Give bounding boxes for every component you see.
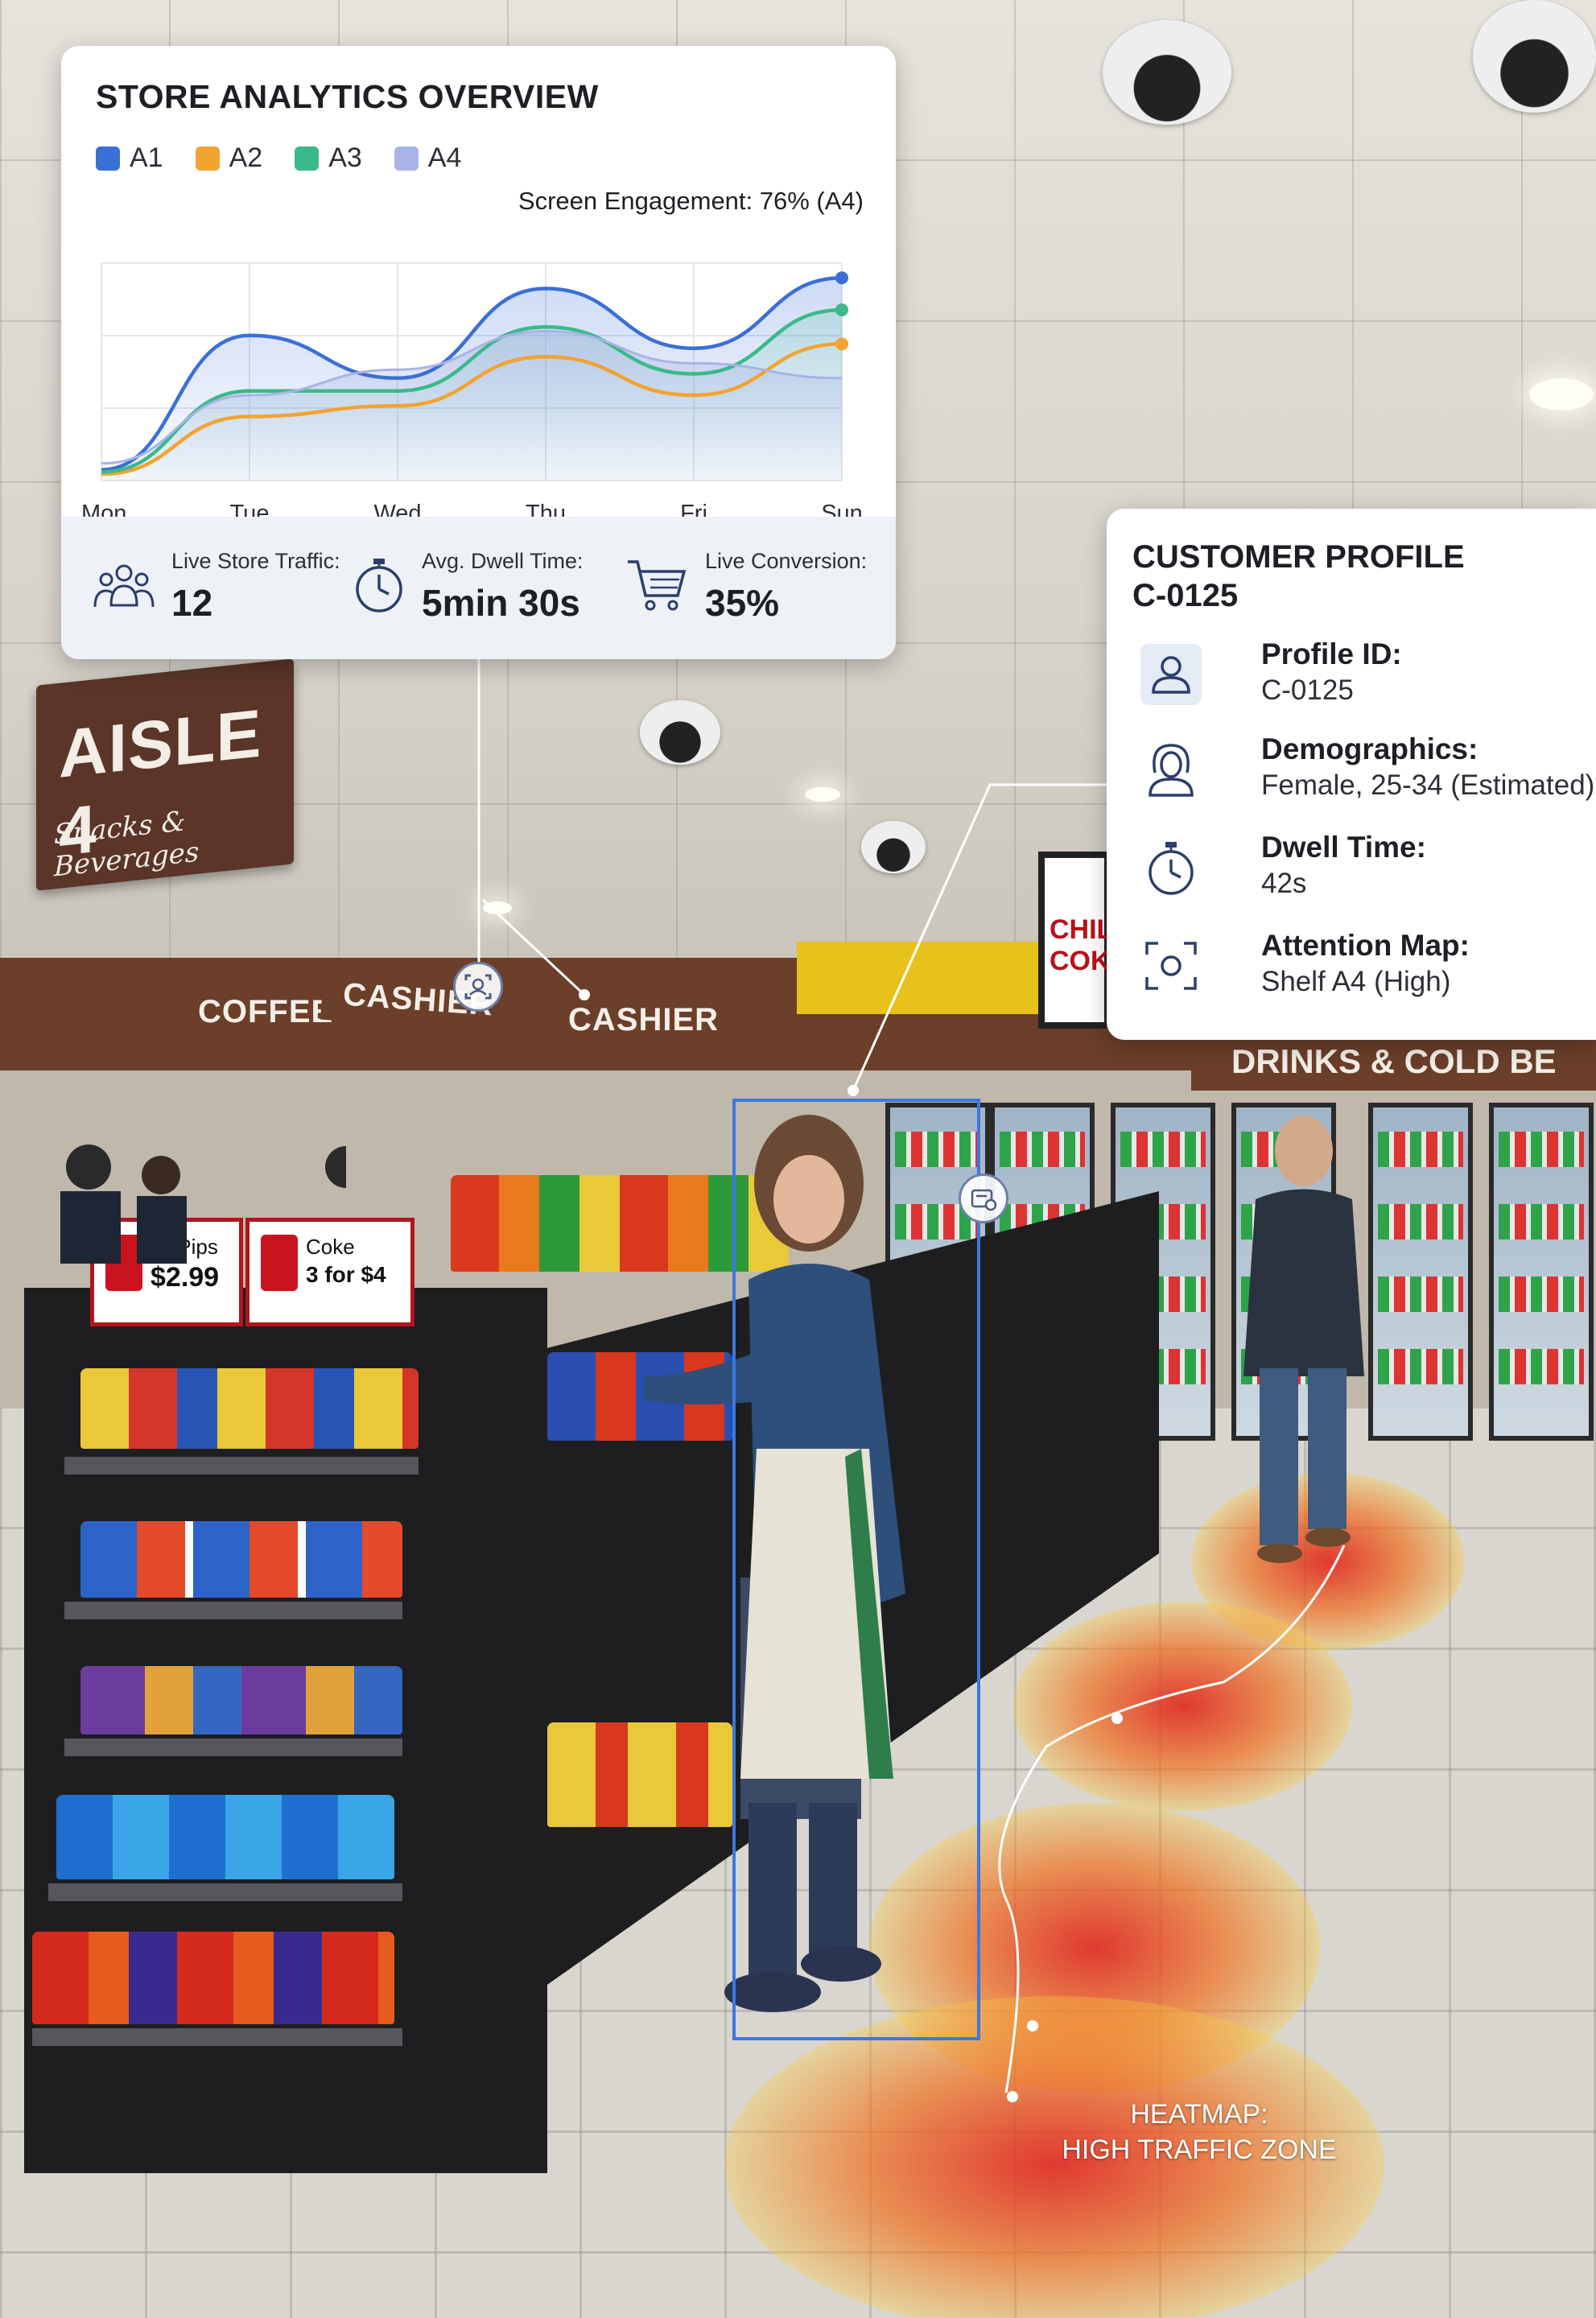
stat-value: 5min 30s	[422, 582, 580, 624]
legend-item-a2[interactable]: A2	[195, 142, 263, 174]
profile-row-dwell: Dwell Time: 42s	[1139, 831, 1590, 911]
profile-label: Attention Map:	[1261, 929, 1470, 962]
stat-label: Live Conversion:	[705, 549, 868, 573]
stat-value: 35%	[705, 582, 780, 624]
legend-item-a1[interactable]: A1	[96, 142, 163, 174]
profile-value: Shelf A4 (High)	[1261, 966, 1451, 997]
analytics-line-chart[interactable]: Mon Tue Wed Thu Fri Sun	[61, 207, 896, 521]
shopping-cart-icon	[628, 560, 687, 611]
live-stats-bar: Live Store Traffic: 12 Avg. Dwell Time: …	[61, 517, 896, 659]
customer-profile-card: CUSTOMER PROFILE C-0125 Profile ID: C-01…	[1107, 509, 1596, 1040]
stat-live-conversion: Live Conversion: 35%	[625, 517, 890, 659]
legend-label: A2	[229, 142, 263, 173]
legend-swatch	[394, 146, 419, 171]
legend-swatch	[195, 146, 220, 171]
profile-title-line1: CUSTOMER PROFILE	[1132, 539, 1465, 575]
stopwatch-icon	[1149, 842, 1194, 895]
profile-row-id: Profile ID: C-0125	[1139, 637, 1590, 718]
profile-label: Profile ID:	[1261, 637, 1402, 670]
stopwatch-icon	[356, 559, 402, 612]
profile-label: Demographics:	[1261, 732, 1478, 765]
heatmap-label-line1: HEATMAP:	[1130, 2099, 1268, 2130]
series-endpoint-a3[interactable]	[835, 303, 848, 316]
legend-swatch	[295, 146, 320, 171]
store-analytics-card: STORE ANALYTICS OVERVIEW A1 A2 A3 A4 Scr…	[61, 46, 896, 659]
chart-legend: A1 A2 A3 A4	[96, 142, 461, 174]
profile-row-attention: Attention Map: Shelf A4 (High)	[1139, 929, 1590, 1009]
legend-item-a4[interactable]: A4	[394, 142, 462, 174]
female-avatar-icon	[1149, 744, 1194, 797]
tracking-node[interactable]	[959, 1173, 1008, 1223]
legend-label: A1	[130, 142, 163, 173]
profile-value: C-0125	[1261, 674, 1354, 706]
profile-label: Dwell Time:	[1261, 831, 1426, 864]
profile-row-demographics: Demographics: Female, 25-34 (Estimated)	[1139, 732, 1594, 813]
profile-title-line2: C-0125	[1132, 578, 1239, 613]
user-icon	[1140, 644, 1202, 705]
heatmap-label: HEATMAP: HIGH TRAFFIC ZONE	[1038, 2097, 1360, 2167]
stat-value: 12	[171, 582, 213, 624]
profile-value: Female, 25-34 (Estimated)	[1261, 769, 1595, 801]
series-endpoint-a2[interactable]	[835, 337, 848, 351]
profile-title: CUSTOMER PROFILE C-0125	[1132, 538, 1465, 615]
stat-label: Live Store Traffic:	[171, 549, 340, 573]
focus-target-icon	[1145, 942, 1197, 990]
stat-store-traffic: Live Store Traffic: 12	[92, 517, 349, 659]
profile-value: 42s	[1261, 868, 1307, 899]
legend-item-a3[interactable]: A3	[295, 142, 362, 174]
legend-label: A3	[328, 142, 362, 173]
tracking-id-icon	[971, 1189, 997, 1211]
analytics-title: STORE ANALYTICS OVERVIEW	[96, 78, 599, 115]
stat-label: Avg. Dwell Time:	[422, 549, 584, 573]
people-group-icon	[93, 564, 155, 608]
face-scan-node[interactable]	[453, 962, 503, 1012]
series-endpoint-a1[interactable]	[835, 271, 848, 285]
legend-swatch	[96, 146, 120, 171]
stat-dwell-time: Avg. Dwell Time: 5min 30s	[351, 517, 625, 659]
face-scan-icon	[464, 974, 492, 1000]
heatmap-label-line2: HIGH TRAFFIC ZONE	[1062, 2134, 1337, 2165]
legend-label: A4	[427, 142, 462, 173]
